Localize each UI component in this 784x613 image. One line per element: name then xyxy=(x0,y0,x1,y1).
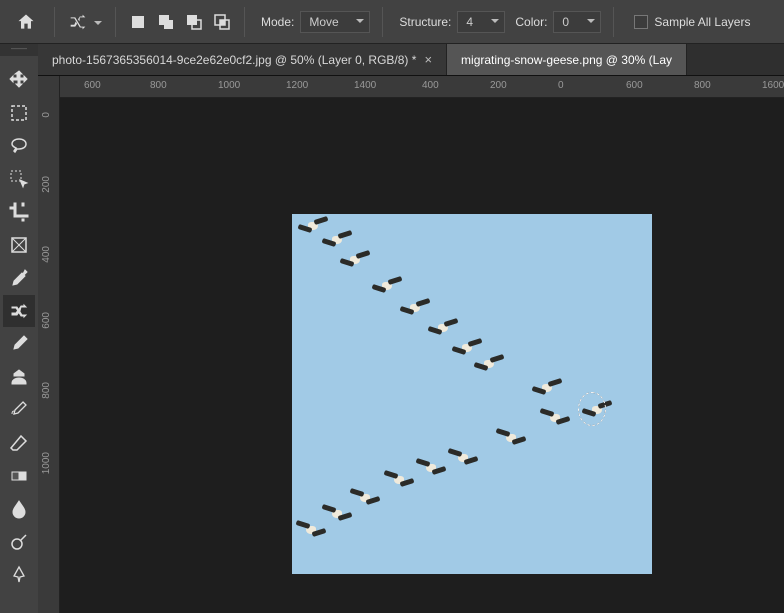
lasso-tool[interactable] xyxy=(3,130,35,162)
bird xyxy=(298,220,328,234)
ruler-tick: 1400 xyxy=(354,80,376,91)
bird xyxy=(400,302,430,316)
bird xyxy=(322,508,352,522)
mode-label: Mode: xyxy=(261,15,294,29)
toolbox xyxy=(0,56,38,613)
move-tool[interactable] xyxy=(3,64,35,96)
bird xyxy=(428,322,458,336)
divider xyxy=(382,7,383,37)
ruler-tick: 800 xyxy=(150,80,167,91)
ruler-tick: 0 xyxy=(558,80,564,91)
gradient-tool[interactable] xyxy=(3,460,35,492)
home-button[interactable] xyxy=(10,8,42,36)
ruler-tick: 400 xyxy=(422,80,439,91)
bird xyxy=(474,358,504,372)
divider xyxy=(613,7,614,37)
canvas[interactable] xyxy=(292,214,652,574)
bird xyxy=(416,462,446,476)
dodge-tool[interactable] xyxy=(3,526,35,558)
tool-preset-picker[interactable] xyxy=(67,11,103,33)
pen-tool[interactable] xyxy=(3,559,35,591)
selection-marquee[interactable] xyxy=(578,392,606,426)
eyedropper-tool[interactable] xyxy=(3,262,35,294)
ruler-tick: 1000 xyxy=(41,452,52,474)
history-brush-tool[interactable] xyxy=(3,394,35,426)
document-tab[interactable]: migrating-snow-geese.png @ 30% (Lay xyxy=(447,44,687,75)
tab-label: photo-1567365356014-9ce2e62e0cf2.jpg @ 5… xyxy=(52,53,416,67)
ruler-tick: 600 xyxy=(41,312,52,329)
quick-select-tool[interactable] xyxy=(3,163,35,195)
structure-select[interactable]: 4 xyxy=(457,11,505,33)
new-selection-button[interactable] xyxy=(124,8,152,36)
document-tab[interactable]: photo-1567365356014-9ce2e62e0cf2.jpg @ 5… xyxy=(38,44,447,75)
bird xyxy=(350,492,380,506)
document-area: 0 200 400 600 800 1000 600 800 1000 1200… xyxy=(38,76,784,613)
mode-value: Move xyxy=(309,15,338,29)
options-bar: Mode: Move Structure: 4 Color: 0 Sample … xyxy=(0,0,784,44)
structure-value: 4 xyxy=(466,15,473,29)
color-select[interactable]: 0 xyxy=(553,11,601,33)
bird xyxy=(496,432,526,446)
bird xyxy=(452,342,482,356)
panel-caption: —— xyxy=(0,44,38,56)
frame-tool[interactable] xyxy=(3,229,35,261)
chevron-down-icon xyxy=(586,15,596,29)
ruler-tick: 0 xyxy=(41,112,52,118)
clone-stamp-tool[interactable] xyxy=(3,361,35,393)
ruler-tick: 400 xyxy=(41,246,52,263)
close-icon[interactable]: × xyxy=(424,52,432,67)
ruler-tick: 200 xyxy=(41,176,52,193)
divider xyxy=(244,7,245,37)
ruler-tick: 1000 xyxy=(218,80,240,91)
bird xyxy=(532,382,562,396)
chevron-down-icon xyxy=(93,17,103,27)
structure-label: Structure: xyxy=(399,15,451,29)
ruler-tick: 1600 xyxy=(762,80,784,91)
tab-label: migrating-snow-geese.png @ 30% (Lay xyxy=(461,53,672,67)
ruler-tick: 800 xyxy=(694,80,711,91)
document-tab-bar: photo-1567365356014-9ce2e62e0cf2.jpg @ 5… xyxy=(38,44,784,76)
color-value: 0 xyxy=(562,15,569,29)
brush-tool[interactable] xyxy=(3,328,35,360)
blur-tool[interactable] xyxy=(3,493,35,525)
ruler-tick: 600 xyxy=(84,80,101,91)
content-aware-move-tool[interactable] xyxy=(3,295,35,327)
divider xyxy=(54,7,55,37)
bird xyxy=(340,254,370,268)
bird xyxy=(372,280,402,294)
ruler-tick: 200 xyxy=(490,80,507,91)
subtract-from-selection-button[interactable] xyxy=(180,8,208,36)
bird xyxy=(322,234,352,248)
horizontal-ruler[interactable]: 600 800 1000 1200 1400 400 200 0 600 800… xyxy=(60,76,784,98)
color-label: Color: xyxy=(515,15,547,29)
marquee-tool[interactable] xyxy=(3,97,35,129)
intersect-selection-button[interactable] xyxy=(208,8,236,36)
bird xyxy=(540,412,570,426)
sample-all-layers-label: Sample All Layers xyxy=(654,15,750,29)
bird xyxy=(384,474,414,488)
ruler-tick: 1200 xyxy=(286,80,308,91)
divider xyxy=(115,7,116,37)
chevron-down-icon xyxy=(490,15,500,29)
add-to-selection-button[interactable] xyxy=(152,8,180,36)
mode-select[interactable]: Move xyxy=(300,11,370,33)
chevron-down-icon xyxy=(355,15,365,29)
patch-mode-group xyxy=(124,8,236,36)
crop-tool[interactable] xyxy=(3,196,35,228)
eraser-tool[interactable] xyxy=(3,427,35,459)
sample-all-layers-checkbox[interactable] xyxy=(634,15,648,29)
bird xyxy=(448,452,478,466)
vertical-ruler[interactable]: 0 200 400 600 800 1000 xyxy=(38,76,60,613)
ruler-tick: 600 xyxy=(626,80,643,91)
ruler-tick: 800 xyxy=(41,382,52,399)
bird xyxy=(296,524,326,538)
